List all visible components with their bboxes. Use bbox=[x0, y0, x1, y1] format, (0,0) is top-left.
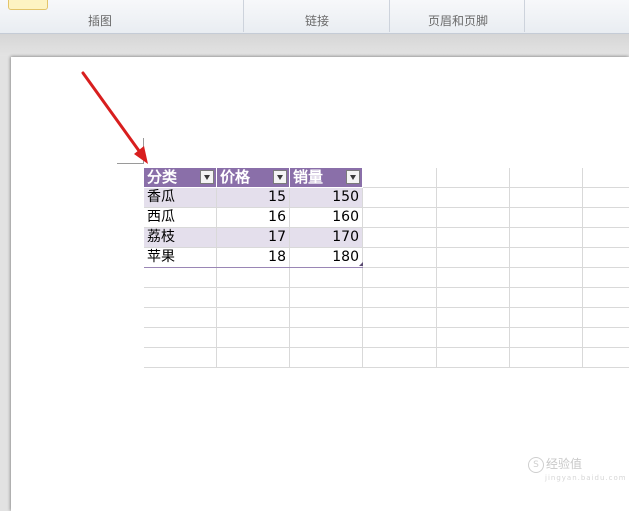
empty-cell[interactable] bbox=[583, 168, 629, 188]
empty-cell[interactable] bbox=[583, 208, 629, 228]
filter-dropdown-icon[interactable] bbox=[346, 170, 360, 184]
table-cell[interactable]: 17 bbox=[217, 228, 290, 248]
watermark: S 经验值 bbox=[528, 455, 582, 473]
empty-cell[interactable] bbox=[510, 348, 583, 368]
empty-cell[interactable] bbox=[363, 248, 437, 268]
empty-cell[interactable] bbox=[437, 188, 510, 208]
empty-cell[interactable] bbox=[510, 328, 583, 348]
empty-cell[interactable] bbox=[437, 308, 510, 328]
empty-cell[interactable] bbox=[437, 288, 510, 308]
empty-cell[interactable] bbox=[363, 208, 437, 228]
empty-cell[interactable] bbox=[144, 308, 217, 328]
empty-cell[interactable] bbox=[290, 308, 363, 328]
empty-cell[interactable] bbox=[437, 328, 510, 348]
empty-cell[interactable] bbox=[217, 268, 290, 288]
empty-cell[interactable] bbox=[363, 228, 437, 248]
empty-cell[interactable] bbox=[583, 228, 629, 248]
table-bottom-border bbox=[144, 267, 363, 268]
empty-cell[interactable] bbox=[583, 188, 629, 208]
empty-cell[interactable] bbox=[363, 348, 437, 368]
table-header-cell[interactable]: 分类 bbox=[144, 168, 217, 188]
empty-cell[interactable] bbox=[583, 348, 629, 368]
empty-cell[interactable] bbox=[363, 308, 437, 328]
filter-dropdown-icon[interactable] bbox=[200, 170, 214, 184]
empty-cell[interactable] bbox=[437, 348, 510, 368]
empty-cell[interactable] bbox=[510, 308, 583, 328]
empty-cell[interactable] bbox=[363, 268, 437, 288]
empty-cell[interactable] bbox=[583, 268, 629, 288]
empty-cell[interactable] bbox=[363, 168, 437, 188]
watermark-logo-icon: S bbox=[528, 456, 544, 473]
empty-cell[interactable] bbox=[437, 228, 510, 248]
table-resize-handle[interactable] bbox=[359, 262, 363, 266]
empty-cell[interactable] bbox=[437, 248, 510, 268]
watermark-subtext: jingyan.baidu.com bbox=[545, 474, 627, 482]
empty-cell[interactable] bbox=[510, 208, 583, 228]
empty-cell[interactable] bbox=[437, 208, 510, 228]
empty-cell[interactable] bbox=[437, 168, 510, 188]
empty-cell[interactable] bbox=[583, 248, 629, 268]
table-cell[interactable]: 荔枝 bbox=[144, 228, 217, 248]
table-cell[interactable]: 170 bbox=[290, 228, 363, 248]
empty-cell[interactable] bbox=[144, 288, 217, 308]
empty-cell[interactable] bbox=[217, 288, 290, 308]
empty-cell[interactable] bbox=[217, 328, 290, 348]
empty-cell[interactable] bbox=[144, 268, 217, 288]
empty-cell[interactable] bbox=[510, 228, 583, 248]
table-cell[interactable]: 180 bbox=[290, 248, 363, 268]
empty-cell[interactable] bbox=[144, 348, 217, 368]
empty-cell[interactable] bbox=[290, 268, 363, 288]
empty-cell[interactable] bbox=[437, 268, 510, 288]
table-header-cell[interactable]: 销量 bbox=[290, 168, 363, 188]
empty-cell[interactable] bbox=[510, 248, 583, 268]
empty-cell[interactable] bbox=[290, 288, 363, 308]
empty-cell[interactable] bbox=[290, 328, 363, 348]
table-cell[interactable]: 160 bbox=[290, 208, 363, 228]
empty-cell[interactable] bbox=[363, 328, 437, 348]
empty-cell[interactable] bbox=[583, 308, 629, 328]
empty-cell[interactable] bbox=[363, 288, 437, 308]
table-cell[interactable]: 18 bbox=[217, 248, 290, 268]
empty-cell[interactable] bbox=[510, 288, 583, 308]
table-cell[interactable]: 香瓜 bbox=[144, 188, 217, 208]
table-cell[interactable]: 苹果 bbox=[144, 248, 217, 268]
empty-cell[interactable] bbox=[510, 188, 583, 208]
empty-cell[interactable] bbox=[583, 288, 629, 308]
table-header-cell[interactable]: 价格 bbox=[217, 168, 290, 188]
filter-dropdown-icon[interactable] bbox=[273, 170, 287, 184]
table-cell[interactable]: 西瓜 bbox=[144, 208, 217, 228]
empty-cell[interactable] bbox=[583, 328, 629, 348]
table-cell[interactable]: 150 bbox=[290, 188, 363, 208]
empty-cell[interactable] bbox=[290, 348, 363, 368]
empty-cell[interactable] bbox=[217, 348, 290, 368]
table-cell[interactable]: 15 bbox=[217, 188, 290, 208]
watermark-text: 经验值 bbox=[546, 457, 583, 471]
empty-cell[interactable] bbox=[144, 328, 217, 348]
empty-cell[interactable] bbox=[510, 268, 583, 288]
empty-cell[interactable] bbox=[363, 188, 437, 208]
empty-cell[interactable] bbox=[510, 168, 583, 188]
table-cell[interactable]: 16 bbox=[217, 208, 290, 228]
empty-cell[interactable] bbox=[217, 308, 290, 328]
